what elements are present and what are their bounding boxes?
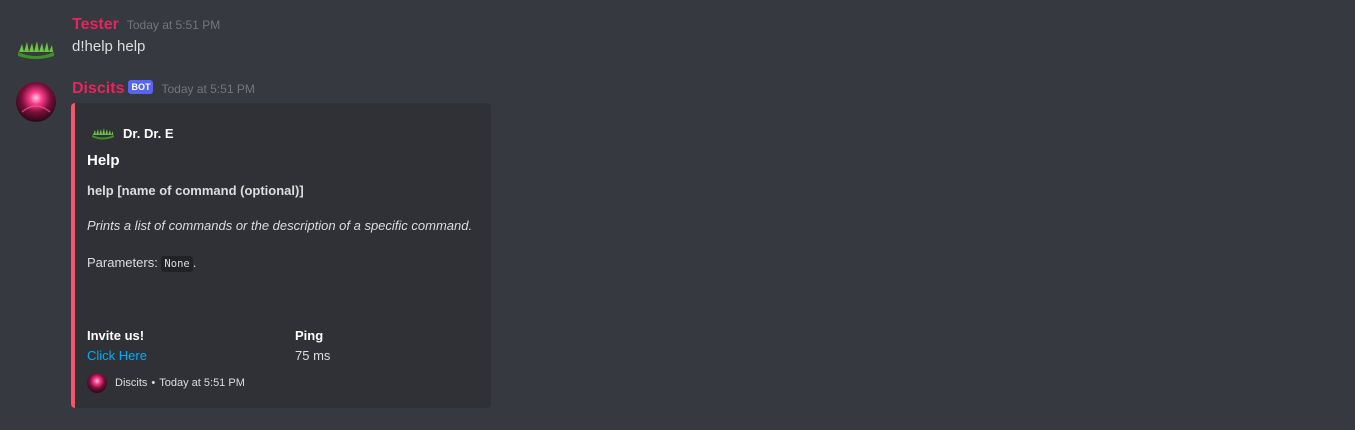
author-name[interactable]: Tester <box>72 16 119 34</box>
grass-avatar-icon[interactable] <box>16 30 56 70</box>
grass-icon <box>91 121 115 145</box>
message-content: d!help help <box>72 38 146 55</box>
message-tester: Tester Today at 5:51 PM d!help help <box>0 0 1355 70</box>
ping-value: 75 ms <box>295 348 331 363</box>
parameters-suffix: . <box>192 255 197 270</box>
parameters-value: None <box>161 256 193 272</box>
field-name: Invite us! <box>87 328 145 343</box>
footer-name: Discits <box>115 377 148 389</box>
pink-orb-icon <box>87 373 107 393</box>
invite-link[interactable]: Click Here <box>87 347 147 364</box>
field-ping: Ping 75 ms <box>295 327 330 364</box>
embed-title: Help <box>87 152 120 169</box>
embed: Dr. Dr. E Help help [name of command (op… <box>71 103 491 408</box>
command-usage: help [name of command (optional)] <box>87 183 304 198</box>
footer-timestamp: Today at 5:51 PM <box>159 377 245 389</box>
bot-badge: BOT <box>128 80 154 94</box>
command-parameters: Parameters: None. <box>87 255 197 272</box>
parameters-label: Parameters: <box>87 255 162 270</box>
embed-footer: Discits • Today at 5:51 PM <box>87 373 245 393</box>
field-name: Ping <box>295 328 324 343</box>
embed-author-name: Dr. Dr. E <box>123 125 174 141</box>
message-timestamp: Today at 5:51 PM <box>126 18 221 32</box>
field-invite: Invite us! Click Here <box>87 327 147 364</box>
message-timestamp: Today at 5:51 PM <box>161 82 255 96</box>
command-summary: Prints a list of commands or the descrip… <box>87 218 473 233</box>
footer-separator: • <box>151 377 156 389</box>
pink-orb-avatar-icon[interactable] <box>16 82 56 122</box>
author-name[interactable]: Discits <box>72 80 124 98</box>
embed-author: Dr. Dr. E <box>91 121 174 145</box>
chat-messages: Tester Today at 5:51 PM d!help help Disc… <box>0 0 1355 430</box>
